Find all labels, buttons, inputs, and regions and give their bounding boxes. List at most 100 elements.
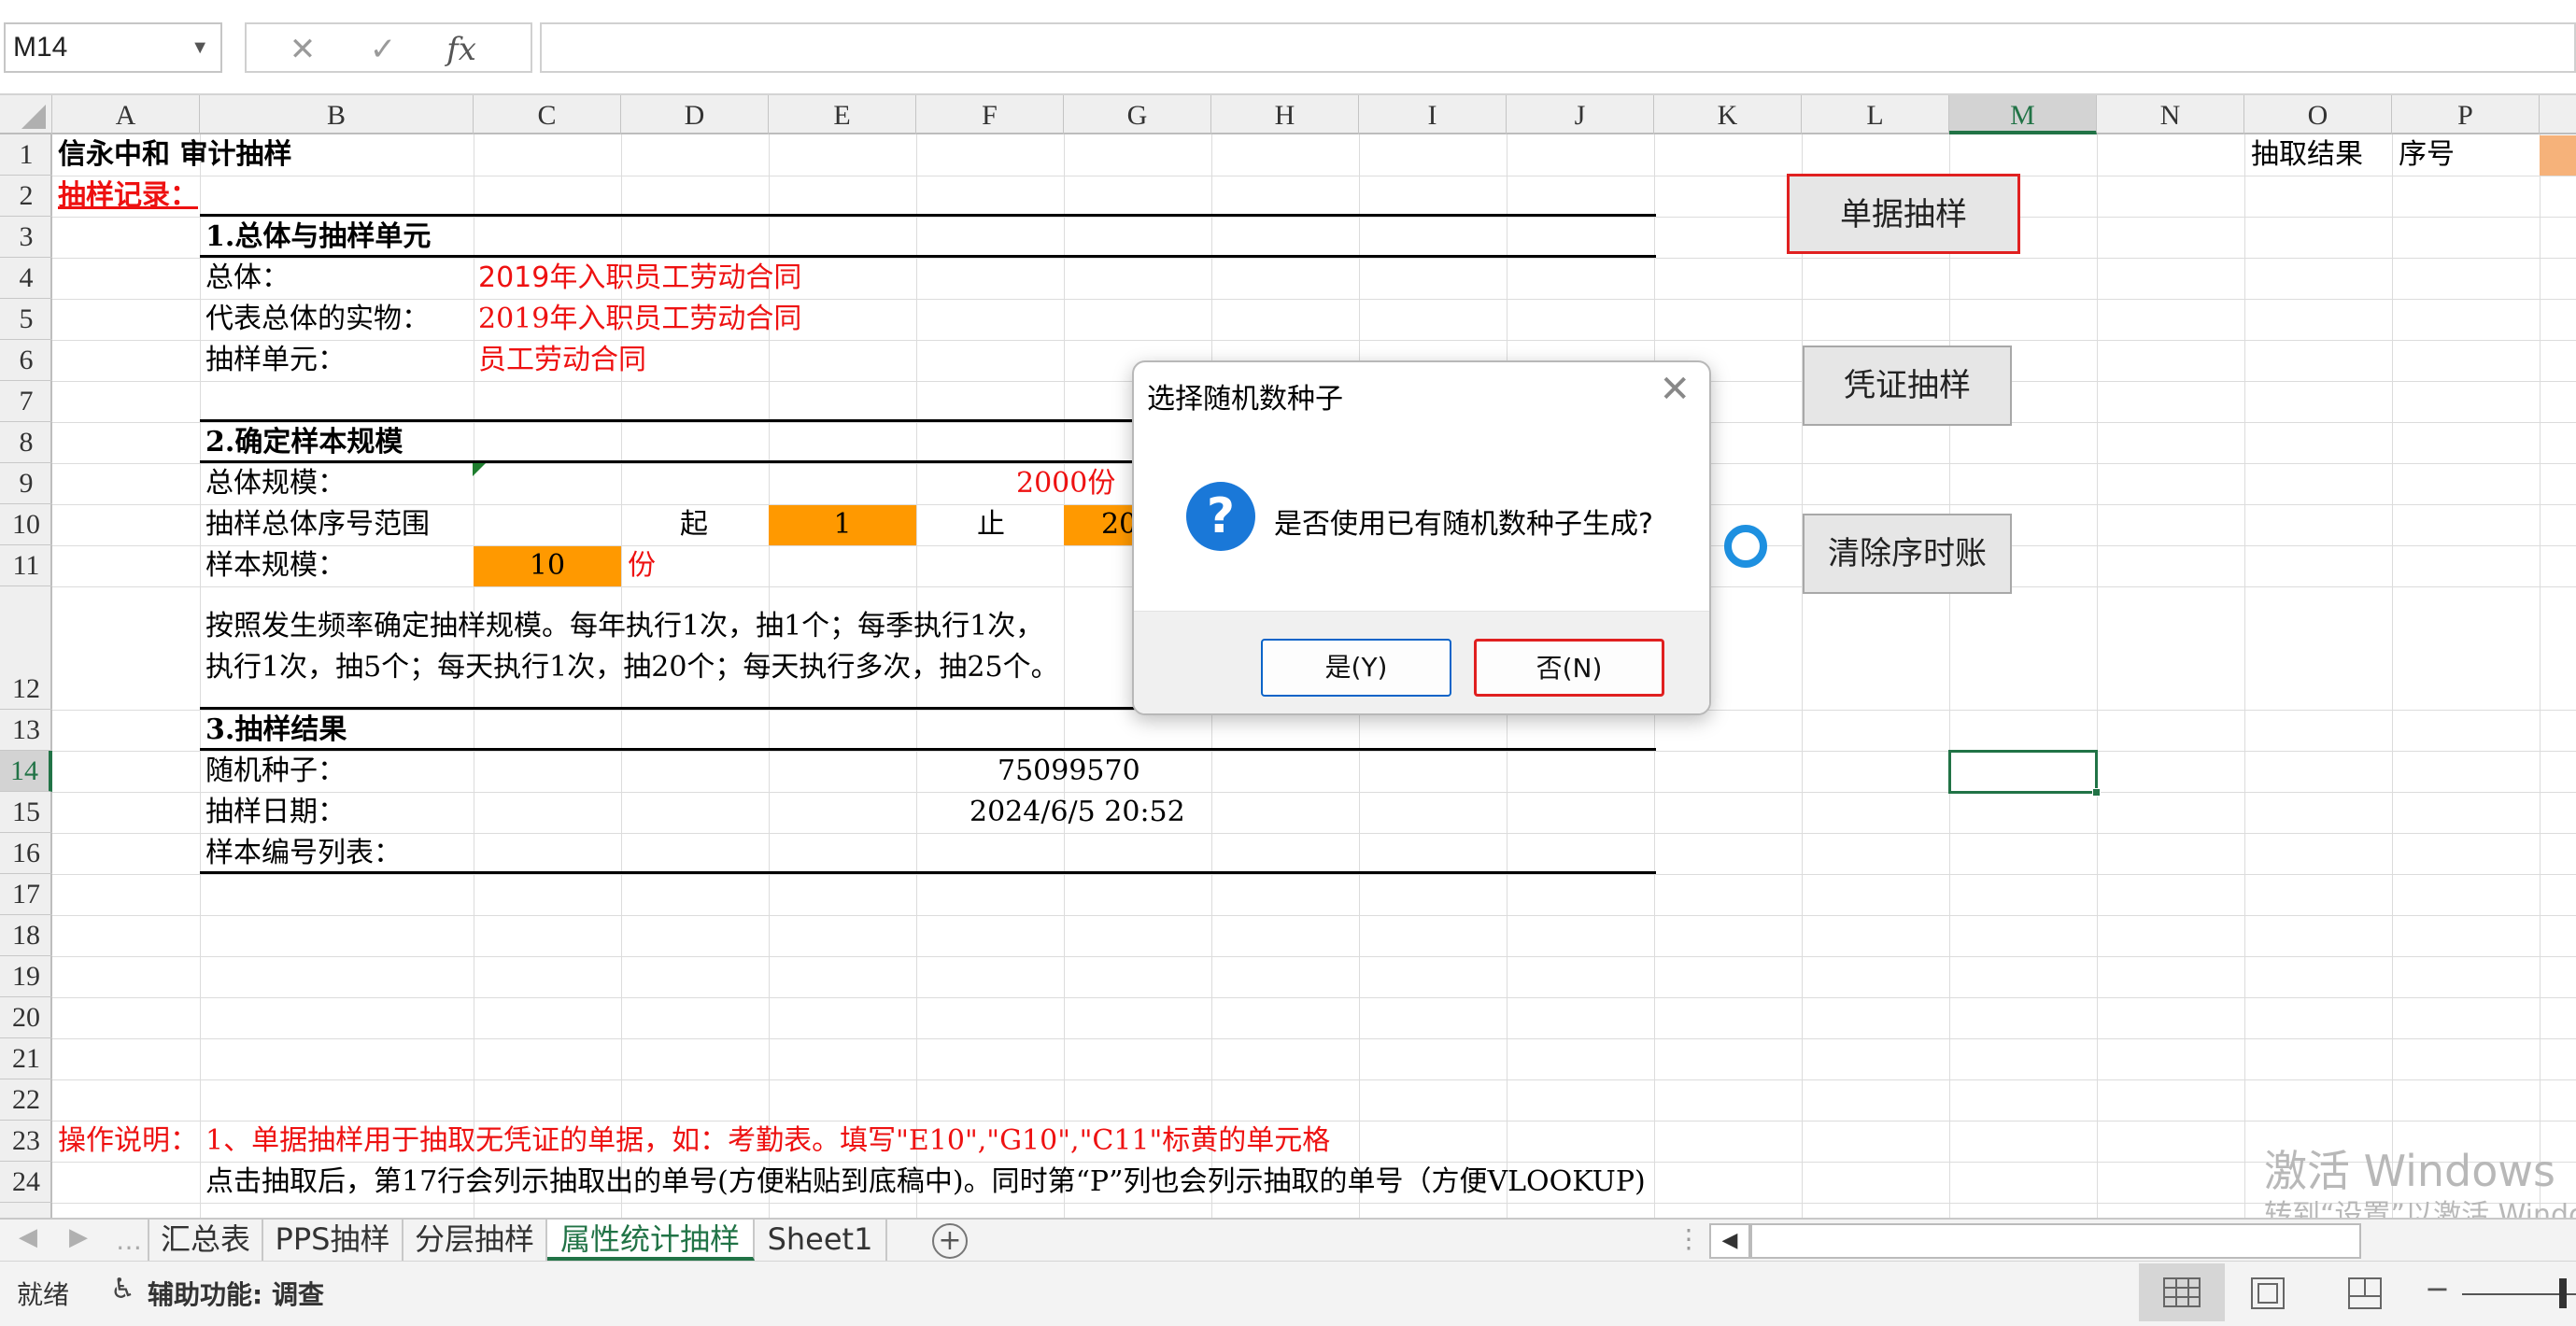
col-header-k[interactable]: K: [1654, 95, 1802, 134]
col-header-l[interactable]: L: [1802, 95, 1949, 134]
seed-value: 75099570: [998, 755, 1140, 787]
cancel-icon[interactable]: ✕: [275, 28, 331, 71]
range-start-label: 起: [680, 508, 708, 541]
activate-windows-watermark: 激活 Windows: [2264, 1146, 2555, 1196]
fill-handle[interactable]: [2092, 788, 2101, 797]
chevron-down-icon[interactable]: ▼: [191, 24, 209, 71]
row-header[interactable]: 22: [0, 1079, 52, 1121]
ops-instruction-line2: 点击抽取后，第17行会列示抽取出的单号(方便粘贴到底稿中)。同时第“P”列也会列…: [205, 1165, 1646, 1198]
col-header-d[interactable]: D: [621, 95, 769, 134]
row-header[interactable]: 21: [0, 1038, 52, 1079]
enter-icon[interactable]: ✓: [355, 28, 411, 71]
accessibility-icon[interactable]: ♿: [110, 1273, 135, 1305]
zoom-out-icon[interactable]: −: [2425, 1271, 2450, 1306]
col-header-p[interactable]: P: [2392, 95, 2540, 134]
col-header-g[interactable]: G: [1064, 95, 1211, 134]
insert-function-icon[interactable]: fx: [433, 28, 489, 71]
record-label: 抽样记录：: [58, 179, 198, 212]
col-header-c[interactable]: C: [474, 95, 621, 134]
horizontal-scrollbar[interactable]: [1750, 1223, 2361, 1259]
row-header[interactable]: 24: [0, 1162, 52, 1203]
row-header[interactable]: 23: [0, 1121, 52, 1162]
highlight-cell: [2540, 135, 2576, 176]
row-header[interactable]: 8: [0, 422, 52, 463]
clear-ledger-button[interactable]: 清除序时账: [1803, 514, 2012, 594]
seq-header: 序号: [2399, 138, 2455, 171]
sample-size-cell[interactable]: 10: [474, 546, 621, 586]
row-header[interactable]: 9: [0, 463, 52, 504]
row-header[interactable]: 17: [0, 874, 52, 915]
sample-unit: 份: [628, 549, 656, 582]
row-header[interactable]: 11: [0, 545, 52, 586]
tab-attribute-sampling[interactable]: 属性统计抽样: [547, 1220, 755, 1261]
row-header[interactable]: 13: [0, 710, 52, 751]
row-header[interactable]: 15: [0, 792, 52, 833]
tab-pps[interactable]: PPS抽样: [263, 1220, 403, 1261]
tab-summary[interactable]: 汇总表: [148, 1220, 263, 1261]
sheet-tab-bar: ◀ ▶ … 汇总表 PPS抽样 分层抽样 属性统计抽样 Sheet1 + ⋮ ◀: [0, 1218, 2576, 1261]
row-header[interactable]: 2: [0, 176, 52, 217]
accessibility-status[interactable]: 辅助功能: 调查: [148, 1275, 324, 1312]
frequency-note-line2: 执行1次，抽5个；每天执行1次，抽20个；每天执行多次，抽25个。: [205, 651, 1059, 684]
section-border: [200, 214, 1656, 217]
hscroll-left-arrow[interactable]: ◀: [1709, 1223, 1750, 1259]
col-header-o[interactable]: O: [2244, 95, 2392, 134]
voucher-sampling-button[interactable]: 凭证抽样: [1803, 346, 2012, 426]
tab-more-icon[interactable]: …: [116, 1225, 142, 1256]
frequency-note-line1: 按照发生频率确定抽样规模。每年执行1次，抽1个；每季执行1次，: [205, 610, 1044, 642]
select-all-corner[interactable]: [0, 95, 52, 134]
range-start-cell[interactable]: 1: [769, 505, 916, 545]
row-header[interactable]: 3: [0, 217, 52, 258]
row-header[interactable]: 5: [0, 299, 52, 340]
population-label: 总体：: [205, 261, 290, 294]
formula-input[interactable]: [540, 22, 2576, 73]
col-header-j[interactable]: J: [1507, 95, 1654, 134]
col-header-a[interactable]: A: [52, 95, 200, 134]
tab-stratified[interactable]: 分层抽样: [403, 1220, 547, 1261]
status-bar: 就绪 ♿ 辅助功能: 调查 −: [0, 1261, 2576, 1326]
col-header-i[interactable]: I: [1359, 95, 1507, 134]
row-header[interactable]: 19: [0, 956, 52, 997]
tab-sheet1[interactable]: Sheet1: [755, 1220, 887, 1261]
question-icon: ?: [1186, 482, 1255, 551]
column-headers: A B C D E F G H I J K L M N O P: [0, 95, 2576, 134]
comment-indicator: [473, 463, 486, 476]
zoom-slider-thumb[interactable]: [2559, 1278, 2567, 1308]
row-header[interactable]: 18: [0, 915, 52, 956]
col-header-e[interactable]: E: [769, 95, 916, 134]
page-layout-icon[interactable]: [2249, 1277, 2286, 1309]
busy-cursor-icon: [1724, 525, 1767, 568]
row-header[interactable]: 20: [0, 997, 52, 1038]
row-header[interactable]: 4: [0, 258, 52, 299]
add-sheet-icon[interactable]: +: [932, 1223, 968, 1259]
row-header-active[interactable]: 14: [0, 751, 52, 792]
col-header-h[interactable]: H: [1211, 95, 1359, 134]
close-icon[interactable]: ✕: [1659, 368, 1691, 411]
col-header-n[interactable]: N: [2097, 95, 2244, 134]
page-break-icon[interactable]: [2346, 1277, 2384, 1309]
row-header[interactable]: 6: [0, 340, 52, 381]
doc-sampling-button[interactable]: 单据抽样: [1787, 174, 2020, 254]
pop-size-value: 2000份: [1016, 467, 1116, 500]
section2-heading: 2.确定样本规模: [205, 426, 403, 458]
col-header-m[interactable]: M: [1949, 95, 2097, 134]
row-header[interactable]: 7: [0, 381, 52, 422]
row-header[interactable]: 1: [0, 134, 52, 176]
tab-splitter-handle[interactable]: ⋮: [1676, 1223, 1702, 1254]
ops-instruction-line1: 1、单据抽样用于抽取无凭证的单据，如：考勤表。填写"E10","G10","C1…: [205, 1124, 1331, 1157]
section-border: [200, 871, 1656, 874]
col-header-f[interactable]: F: [916, 95, 1064, 134]
dialog-message: 是否使用已有随机数种子生成?: [1274, 508, 1653, 541]
yes-button[interactable]: 是(Y): [1261, 639, 1451, 697]
seed-label: 随机种子：: [205, 755, 346, 787]
name-box[interactable]: M14 ▼: [4, 22, 222, 73]
row-header[interactable]: 12: [0, 586, 52, 710]
no-button[interactable]: 否(N): [1474, 639, 1664, 697]
active-cell-m14[interactable]: [1948, 750, 2101, 797]
tab-scroll-left-icon[interactable]: ◀: [19, 1223, 37, 1251]
tab-scroll-right-icon[interactable]: ▶: [69, 1223, 88, 1251]
col-header-b[interactable]: B: [200, 95, 474, 134]
row-header[interactable]: 10: [0, 504, 52, 545]
row-header[interactable]: 16: [0, 833, 52, 874]
normal-view-button[interactable]: [2139, 1263, 2225, 1321]
